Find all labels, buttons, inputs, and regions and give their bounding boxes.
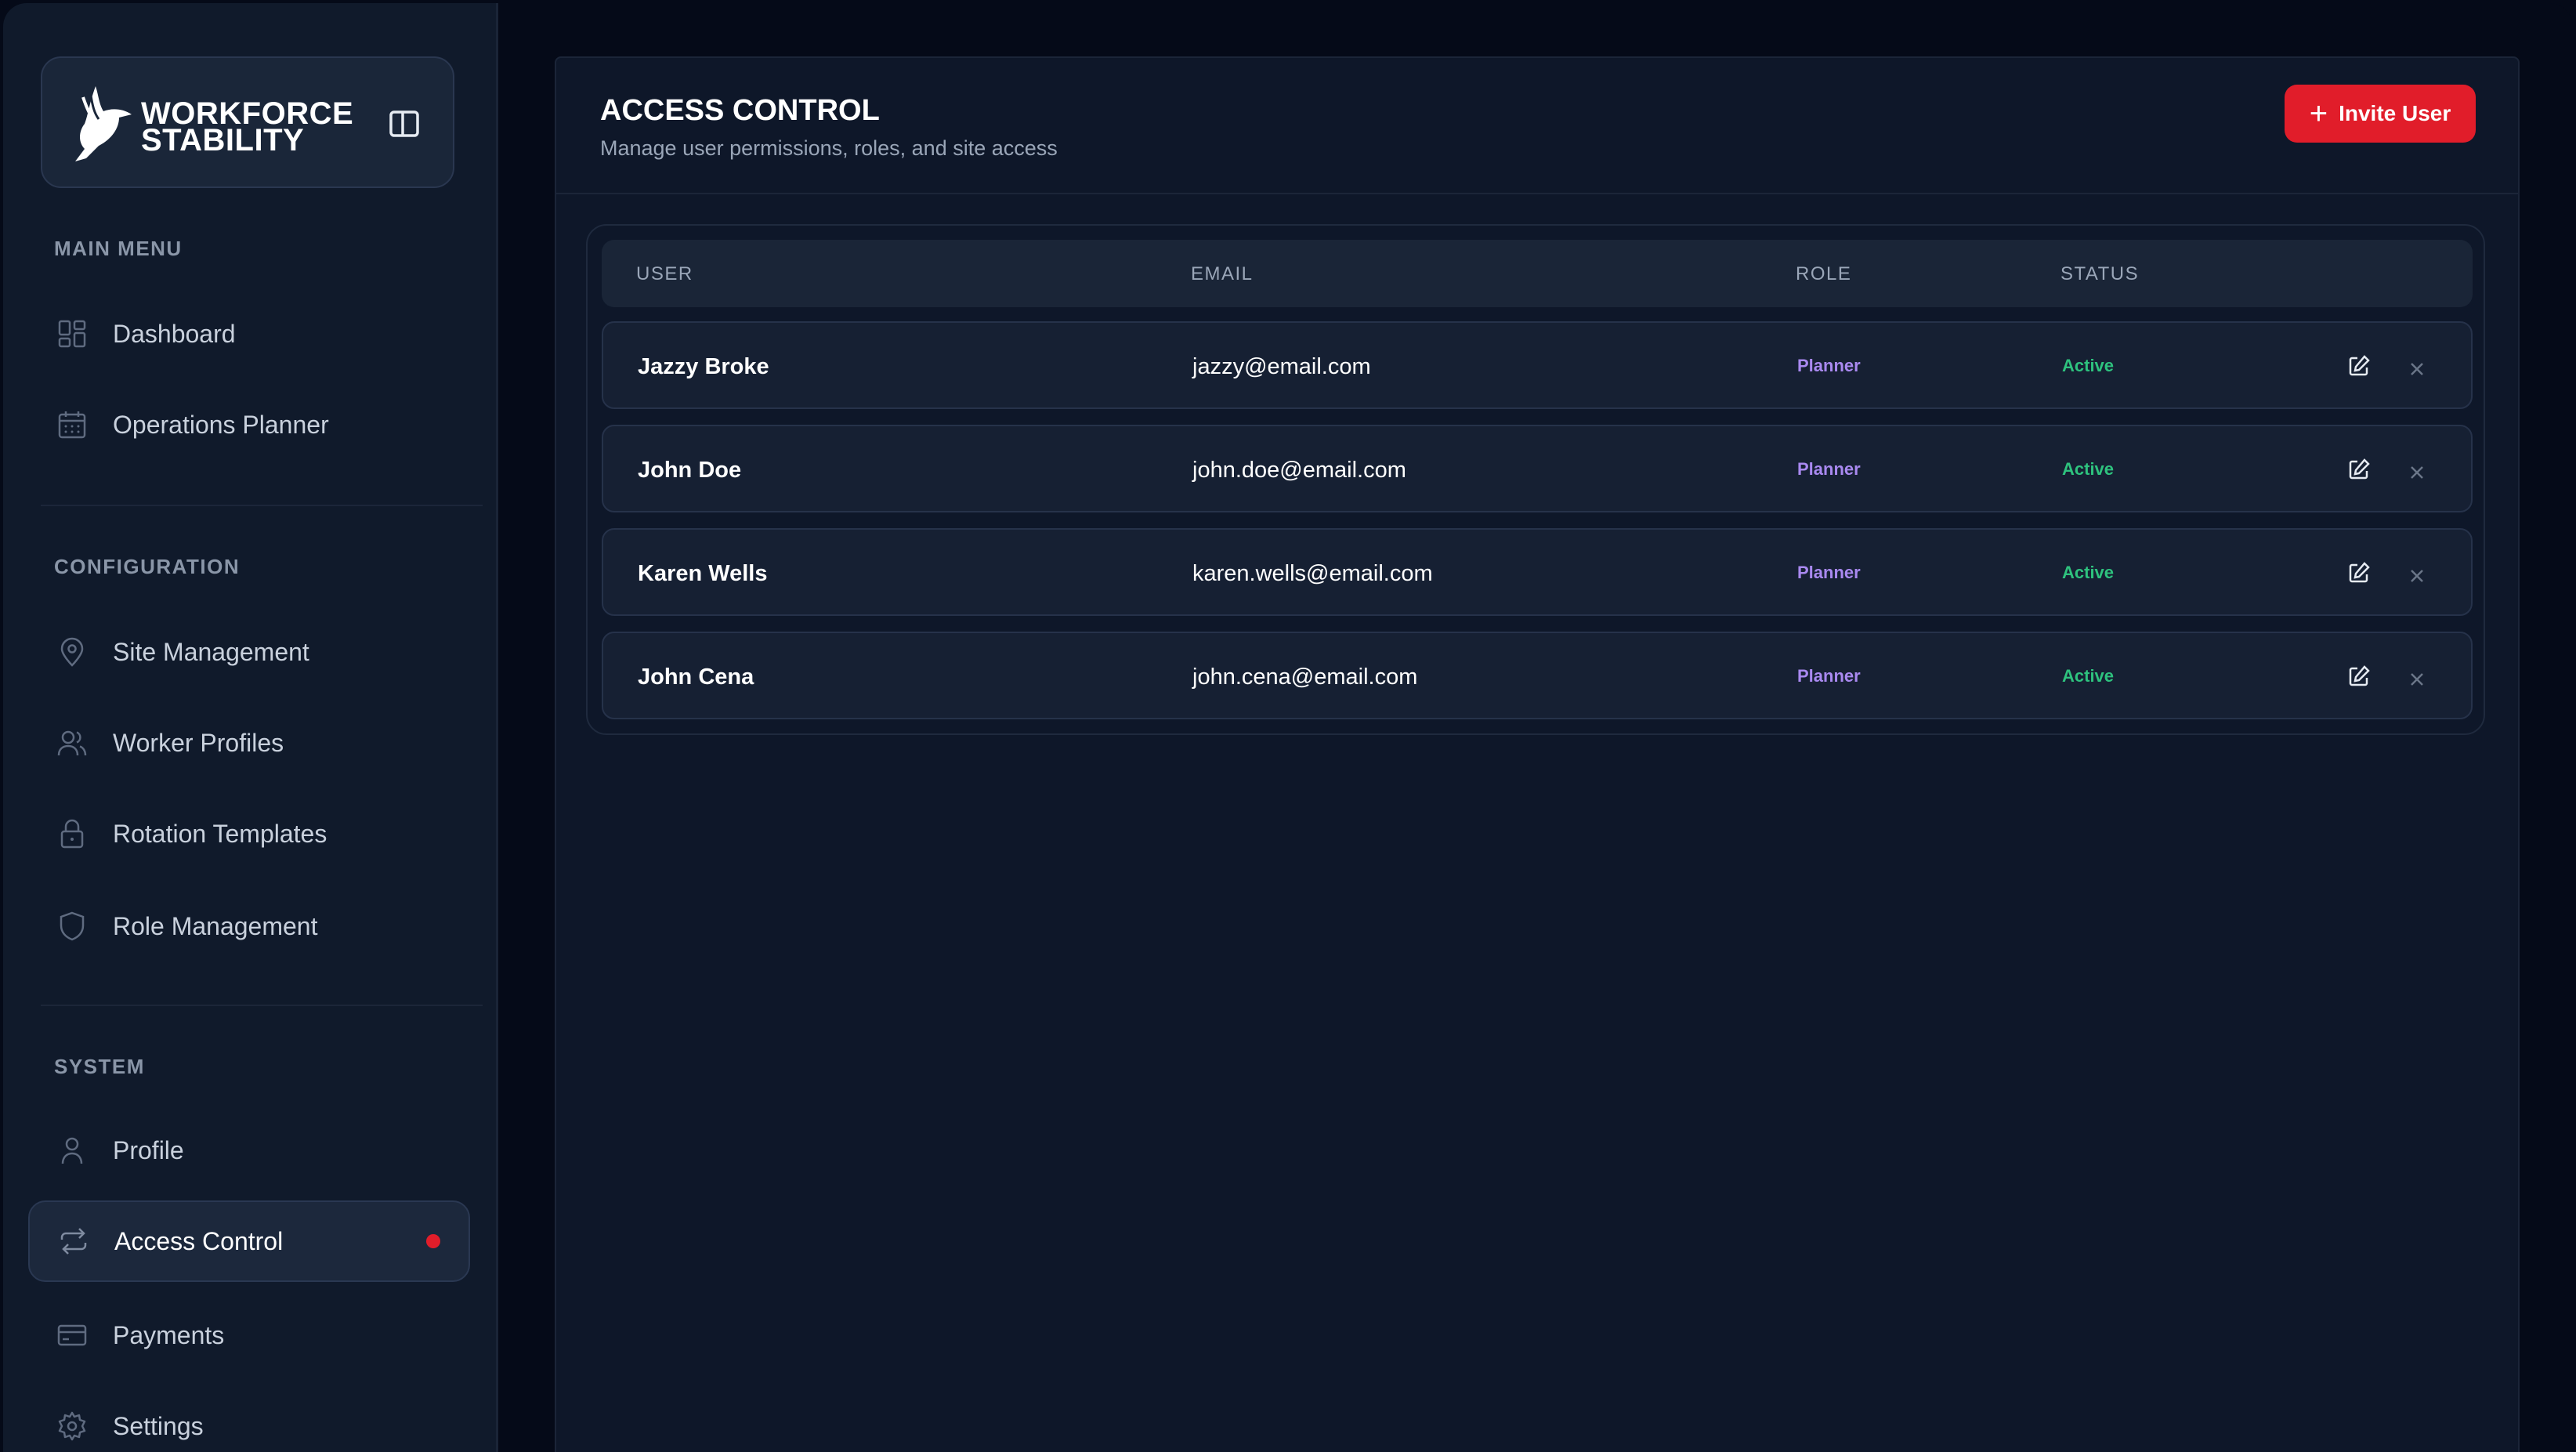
sidebar-divider bbox=[41, 505, 483, 506]
column-header-user: USER bbox=[636, 263, 693, 284]
close-icon[interactable] bbox=[2405, 668, 2429, 691]
header-divider bbox=[556, 193, 2518, 194]
user-email: john.doe@email.com bbox=[1192, 458, 1406, 483]
sidebar-item-label: Profile bbox=[113, 1135, 184, 1164]
table-row[interactable]: Karen Wells karen.wells@email.com Planne… bbox=[602, 528, 2473, 616]
close-icon[interactable] bbox=[2405, 461, 2429, 484]
user-icon bbox=[61, 1137, 83, 1164]
table-row[interactable]: Jazzy Broke jazzy@email.com Planner Acti… bbox=[602, 321, 2473, 409]
table-row[interactable]: John Doe john.doe@email.com Planner Acti… bbox=[602, 425, 2473, 512]
user-name: Karen Wells bbox=[638, 561, 768, 586]
app-window: WORKFORCE STABILITY MAIN MENU Dashboard bbox=[3, 3, 2573, 1452]
plus-icon: + bbox=[2309, 96, 2328, 131]
sidebar-item-label: Role Management bbox=[113, 911, 318, 940]
users-table: USER EMAIL ROLE STATUS Jazzy Broke jazzy… bbox=[586, 224, 2485, 735]
page-title: ACCESS CONTROL bbox=[600, 94, 880, 127]
close-icon[interactable] bbox=[2405, 357, 2429, 381]
shield-icon bbox=[60, 911, 85, 941]
sidebar-item-worker-profiles[interactable]: Worker Profiles bbox=[28, 702, 470, 784]
sidebar-item-label: Operations Planner bbox=[113, 410, 329, 439]
status-badge: Active bbox=[2062, 563, 2115, 582]
role-badge: Planner bbox=[1797, 666, 1861, 686]
lock-icon bbox=[60, 819, 84, 849]
dashboard-icon bbox=[58, 320, 86, 348]
sidebar-item-label: Payments bbox=[113, 1320, 225, 1349]
user-email: john.cena@email.com bbox=[1192, 664, 1418, 690]
status-badge: Active bbox=[2062, 459, 2115, 479]
sidebar-divider bbox=[41, 1005, 483, 1006]
section-configuration: CONFIGURATION bbox=[54, 555, 241, 578]
page-subtitle: Manage user permissions, roles, and site… bbox=[600, 136, 1058, 160]
section-system: SYSTEM bbox=[54, 1055, 145, 1078]
sidebar-item-role-management[interactable]: Role Management bbox=[28, 885, 470, 967]
sidebar-item-label: Site Management bbox=[113, 637, 309, 666]
sidebar-item-label: Dashboard bbox=[113, 319, 236, 348]
notification-dot bbox=[426, 1234, 440, 1248]
status-badge: Active bbox=[2062, 356, 2115, 375]
sidebar-item-dashboard[interactable]: Dashboard bbox=[28, 293, 470, 375]
sidebar-item-label: Settings bbox=[113, 1411, 204, 1440]
column-header-email: EMAIL bbox=[1191, 263, 1254, 284]
sidebar: WORKFORCE STABILITY MAIN MENU Dashboard bbox=[3, 3, 498, 1452]
sidebar-item-operations-planner[interactable]: Operations Planner bbox=[28, 384, 470, 465]
user-email: jazzy@email.com bbox=[1192, 354, 1371, 379]
brand-card: WORKFORCE STABILITY bbox=[41, 56, 454, 188]
sidebar-item-access-control[interactable]: Access Control bbox=[28, 1200, 470, 1282]
role-badge: Planner bbox=[1797, 459, 1861, 479]
sidebar-item-rotation-templates[interactable]: Rotation Templates bbox=[28, 793, 470, 874]
sidebar-item-site-management[interactable]: Site Management bbox=[28, 611, 470, 693]
sidebar-toggle-icon[interactable] bbox=[387, 107, 421, 141]
repeat-icon bbox=[60, 1228, 87, 1255]
user-name: John Doe bbox=[638, 458, 742, 483]
edit-icon[interactable] bbox=[2347, 458, 2371, 481]
sidebar-item-payments[interactable]: Payments bbox=[28, 1294, 470, 1376]
edit-icon[interactable] bbox=[2347, 561, 2371, 585]
calendar-icon bbox=[58, 411, 86, 439]
gear-icon bbox=[58, 1411, 86, 1441]
user-name: John Cena bbox=[638, 664, 754, 690]
invite-user-label: Invite User bbox=[2339, 101, 2451, 125]
sidebar-item-profile[interactable]: Profile bbox=[28, 1110, 470, 1191]
user-name: Jazzy Broke bbox=[638, 354, 769, 379]
invite-user-button[interactable]: + Invite User bbox=[2285, 85, 2476, 143]
main-panel: ACCESS CONTROL Manage user permissions, … bbox=[555, 56, 2520, 1452]
users-icon bbox=[57, 730, 87, 756]
edit-icon[interactable] bbox=[2347, 354, 2371, 378]
table-header: USER EMAIL ROLE STATUS bbox=[602, 240, 2473, 307]
sidebar-item-label: Worker Profiles bbox=[113, 728, 284, 757]
sidebar-item-label: Rotation Templates bbox=[113, 819, 327, 848]
column-header-status: STATUS bbox=[2060, 263, 2140, 284]
section-main-menu: MAIN MENU bbox=[54, 237, 183, 260]
sidebar-item-label: Access Control bbox=[114, 1226, 284, 1255]
role-badge: Planner bbox=[1797, 563, 1861, 582]
role-badge: Planner bbox=[1797, 356, 1861, 375]
sidebar-item-settings[interactable]: Settings bbox=[28, 1385, 470, 1452]
map-pin-icon bbox=[60, 637, 84, 667]
brand-name: WORKFORCE STABILITY bbox=[141, 96, 354, 158]
user-email: karen.wells@email.com bbox=[1192, 561, 1433, 586]
table-row[interactable]: John Cena john.cena@email.com Planner Ac… bbox=[602, 632, 2473, 719]
column-header-role: ROLE bbox=[1796, 263, 1852, 284]
bird-logo-icon bbox=[75, 86, 132, 161]
credit-card-icon bbox=[57, 1324, 87, 1346]
edit-icon[interactable] bbox=[2347, 664, 2371, 688]
status-badge: Active bbox=[2062, 666, 2115, 686]
close-icon[interactable] bbox=[2405, 564, 2429, 588]
